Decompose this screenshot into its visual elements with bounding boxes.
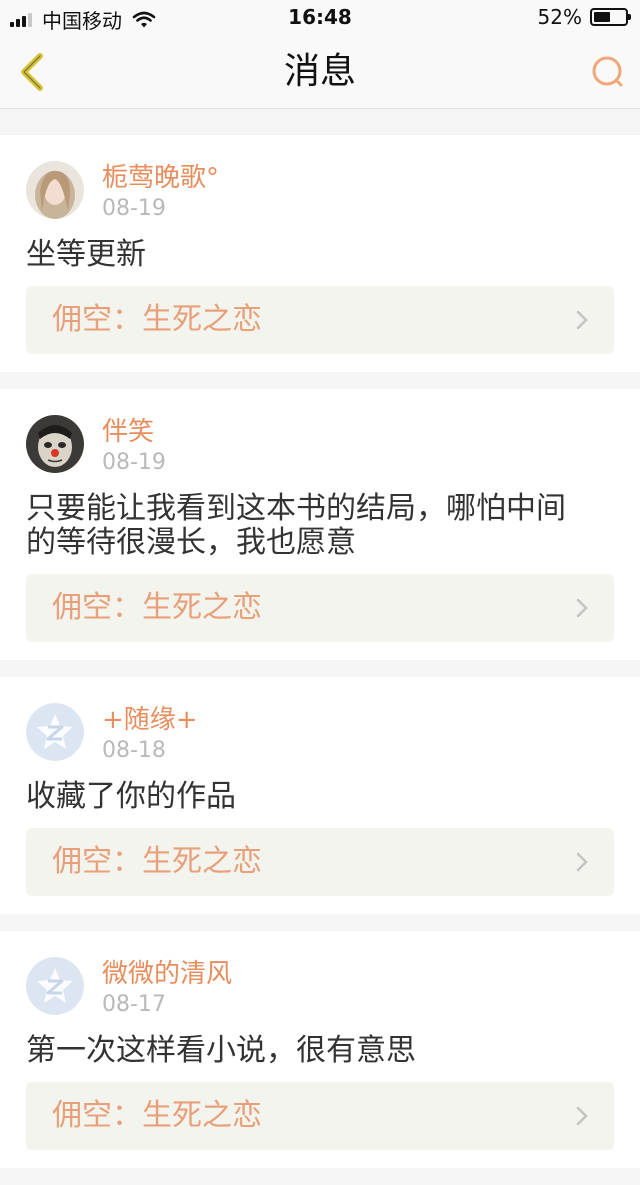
user-name[interactable]: 微微的清风 (102, 958, 232, 990)
chevron-right-icon (576, 852, 588, 872)
message-list: 栀莺晚歌° 08-19 坐等更新 佣空：生死之恋 伴笑 08-19 只要能让我看… (0, 118, 640, 1185)
message-card: 微微的清风 08-17 第一次这样看小说，很有意思 佣空：生死之恋 (0, 931, 640, 1168)
book-title: 佣空：生死之恋 (52, 302, 262, 337)
chevron-right-icon (576, 1106, 588, 1126)
avatar[interactable] (26, 957, 84, 1015)
battery-icon (590, 8, 631, 26)
page-title: 消息 (283, 51, 356, 92)
message-card: 栀莺晚歌° 08-19 坐等更新 佣空：生死之恋 (0, 135, 640, 372)
book-title: 佣空：生死之恋 (52, 1098, 262, 1133)
battery-percent: 52% (537, 5, 582, 29)
message-date: 08-19 (102, 450, 166, 475)
message-date: 08-19 (102, 196, 166, 221)
avatar[interactable] (26, 703, 84, 761)
message-card: +随缘+ 08-18 收藏了你的作品 佣空：生死之恋 (0, 677, 640, 914)
user-name[interactable]: 栀莺晚歌° (102, 162, 219, 194)
message-content: 第一次这样看小说，很有意思 (26, 1033, 416, 1068)
search-icon[interactable] (590, 54, 626, 90)
user-name[interactable]: 伴笑 (102, 416, 166, 448)
message-content: 只要能让我看到这本书的结局，哪怕中间的等待很漫长，我也愿意 (26, 491, 566, 560)
book-link[interactable]: 佣空：生死之恋 (26, 574, 614, 642)
message-card: 伴笑 08-19 只要能让我看到这本书的结局，哪怕中间的等待很漫长，我也愿意 佣… (0, 389, 640, 660)
status-right: 52% (537, 5, 631, 29)
avatar[interactable] (26, 161, 84, 219)
message-content: 坐等更新 (26, 237, 146, 272)
chevron-right-icon (576, 598, 588, 618)
book-title: 佣空：生死之恋 (52, 844, 262, 879)
book-link[interactable]: 佣空：生死之恋 (26, 286, 614, 354)
battery-fill (594, 12, 610, 22)
book-title: 佣空：生死之恋 (52, 590, 262, 625)
avatar[interactable] (26, 415, 84, 473)
message-content: 收藏了你的作品 (26, 779, 236, 814)
book-link[interactable]: 佣空：生死之恋 (26, 828, 614, 896)
message-date: 08-18 (102, 738, 166, 763)
user-name[interactable]: +随缘+ (102, 704, 198, 736)
status-bar: 中国移动 16:48 52% (0, 0, 640, 36)
book-link[interactable]: 佣空：生死之恋 (26, 1082, 614, 1150)
nav-bar: 消息 (0, 36, 640, 109)
message-date: 08-17 (102, 992, 166, 1017)
chevron-right-icon (576, 310, 588, 330)
